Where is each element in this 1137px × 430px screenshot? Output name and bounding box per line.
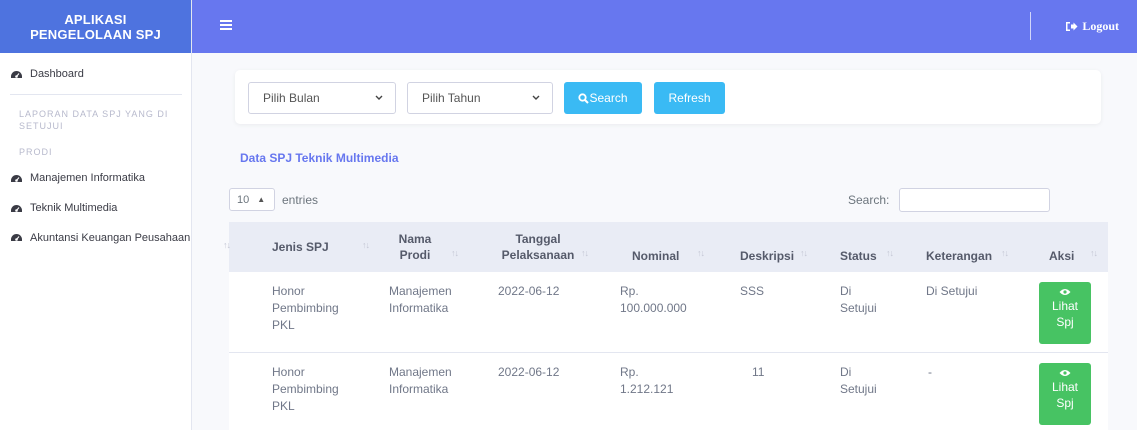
topbar: Logout (192, 0, 1137, 53)
sidebar-item-dashboard[interactable]: Dashboard (0, 68, 94, 80)
chevron-down-icon (532, 95, 540, 100)
col-keterangan[interactable]: Keterangan (926, 248, 992, 264)
cell-nominal: Rp. 1.212.121 (620, 365, 674, 396)
sort-icon[interactable]: ↑↓ (362, 240, 370, 250)
entries-select[interactable]: 10 ▲︎ (229, 188, 275, 211)
sort-icon[interactable]: ↑↓ (697, 248, 705, 258)
col-nama-prodi[interactable]: Nama Prodi (387, 231, 443, 263)
cell-prodi: Manajemen Informatika (389, 365, 452, 396)
sort-icon[interactable]: ↑↓ (800, 248, 808, 258)
eye-icon (1059, 289, 1071, 295)
cell-jenis: Honor Pembimbing PKL (272, 365, 339, 413)
lihat-spj-button[interactable]: Lihat Spj (1039, 363, 1091, 425)
sort-icon[interactable]: ↑↓ (1090, 248, 1098, 258)
filter-card: Pilih Bulan Pilih Tahun Search Refresh (235, 70, 1101, 124)
hamburger-menu-icon[interactable] (220, 20, 232, 30)
dashboard-icon (11, 234, 22, 241)
updown-arrow-icon: ▲︎ (257, 195, 266, 204)
sidebar-item-manajemen-informatika[interactable]: Manajemen Informatika (0, 172, 155, 184)
cell-status: Di Setujui (840, 284, 877, 315)
sidebar-item-label: Dashboard (30, 68, 84, 80)
sort-icon[interactable]: ↑↓ (1001, 248, 1009, 258)
entries-label: entries (282, 192, 319, 207)
table-header: ↑↓ Jenis SPJ ↑↓ Nama Prodi ↑↓ Tanggal Pela… (223, 222, 1108, 272)
cell-keterangan: - (928, 365, 932, 379)
cell-deskripsi: 11 (752, 365, 765, 379)
sidebar: APLIKASI PENGELOLAAN SPJ Dashboard LAPOR… (0, 0, 192, 430)
lihat-spj-button[interactable]: Lihat Spj (1039, 282, 1091, 344)
table-search-input[interactable] (899, 188, 1050, 212)
topbar-divider (1030, 12, 1031, 40)
table-row: Honor Pembimbing PKL Manajemen Informatika … (229, 353, 1108, 430)
sidebar-heading-prodi: PRODI (19, 147, 53, 157)
cell-tanggal: 2022-06-12 (498, 365, 560, 379)
dashboard-icon (11, 205, 22, 212)
refresh-button[interactable]: Refresh (654, 82, 725, 114)
brand-title[interactable]: APLIKASI PENGELOLAAN SPJ (0, 0, 191, 53)
col-tanggal[interactable]: Tanggal Pelaksanaan (497, 231, 579, 263)
brand-line-2: PENGELOLAAN SPJ (30, 26, 161, 42)
entries-control: 10 ▲︎ entries (229, 188, 318, 211)
cell-nominal: Rp. 100.000.000 (620, 284, 687, 315)
sidebar-item-teknik-multimedia[interactable]: Teknik Multimedia (0, 202, 127, 214)
sidebar-item-label: Teknik Multimedia (30, 202, 118, 214)
col-nominal[interactable]: Nominal (632, 248, 679, 264)
search-button-label: Search (589, 91, 628, 105)
cell-tanggal: 2022-06-12 (498, 284, 560, 298)
table-row: Honor Pembimbing PKL Manajemen Informatika … (229, 272, 1108, 353)
col-jenis-spj[interactable]: Jenis SPJ (272, 239, 329, 255)
month-select[interactable]: Pilih Bulan (248, 82, 396, 114)
year-select-value: Pilih Tahun (422, 91, 481, 105)
sidebar-heading-laporan: LAPORAN DATA SPJ YANG DI SETUJUI (19, 109, 169, 131)
sort-icon[interactable]: ↑↓ (223, 240, 231, 250)
dashboard-icon (11, 71, 22, 78)
entries-select-value: 10 (237, 193, 250, 206)
dashboard-icon (11, 175, 22, 182)
year-select[interactable]: Pilih Tahun (407, 82, 553, 114)
cell-status: Di Setujui (840, 365, 877, 396)
cell-jenis: Honor Pembimbing PKL (272, 284, 339, 332)
cell-keterangan: Di Setujui (926, 284, 978, 298)
eye-icon (1059, 370, 1071, 376)
data-title: Data SPJ Teknik Multimedia (240, 151, 399, 165)
sort-icon[interactable]: ↑↓ (886, 248, 894, 258)
search-button[interactable]: Search (564, 82, 642, 114)
brand-line-1: APLIKASI (64, 11, 127, 27)
col-status[interactable]: Status (840, 248, 877, 264)
sidebar-item-label: Akuntansi Keuangan Peusahaan (30, 232, 191, 244)
col-aksi[interactable]: Aksi (1049, 248, 1074, 264)
logout-link[interactable]: Logout (1065, 19, 1119, 34)
sign-out-icon (1066, 22, 1078, 31)
cell-prodi: Manajemen Informatika (389, 284, 452, 315)
sidebar-item-akuntansi-keuangan[interactable]: Akuntansi Keuangan Peusahaan (0, 231, 210, 246)
logout-label: Logout (1082, 19, 1119, 33)
sort-icon[interactable]: ↑↓ (451, 248, 459, 258)
cell-deskripsi: SSS (740, 284, 765, 298)
sidebar-item-label: Manajemen Informatika (30, 172, 145, 184)
sort-icon[interactable]: ↑↓ (581, 248, 589, 258)
table-search-label: Search: (848, 193, 890, 207)
month-select-value: Pilih Bulan (263, 91, 320, 105)
sidebar-divider (10, 94, 182, 95)
search-icon (578, 92, 590, 104)
col-deskripsi[interactable]: Deskripsi (740, 248, 794, 264)
chevron-down-icon (375, 95, 383, 100)
